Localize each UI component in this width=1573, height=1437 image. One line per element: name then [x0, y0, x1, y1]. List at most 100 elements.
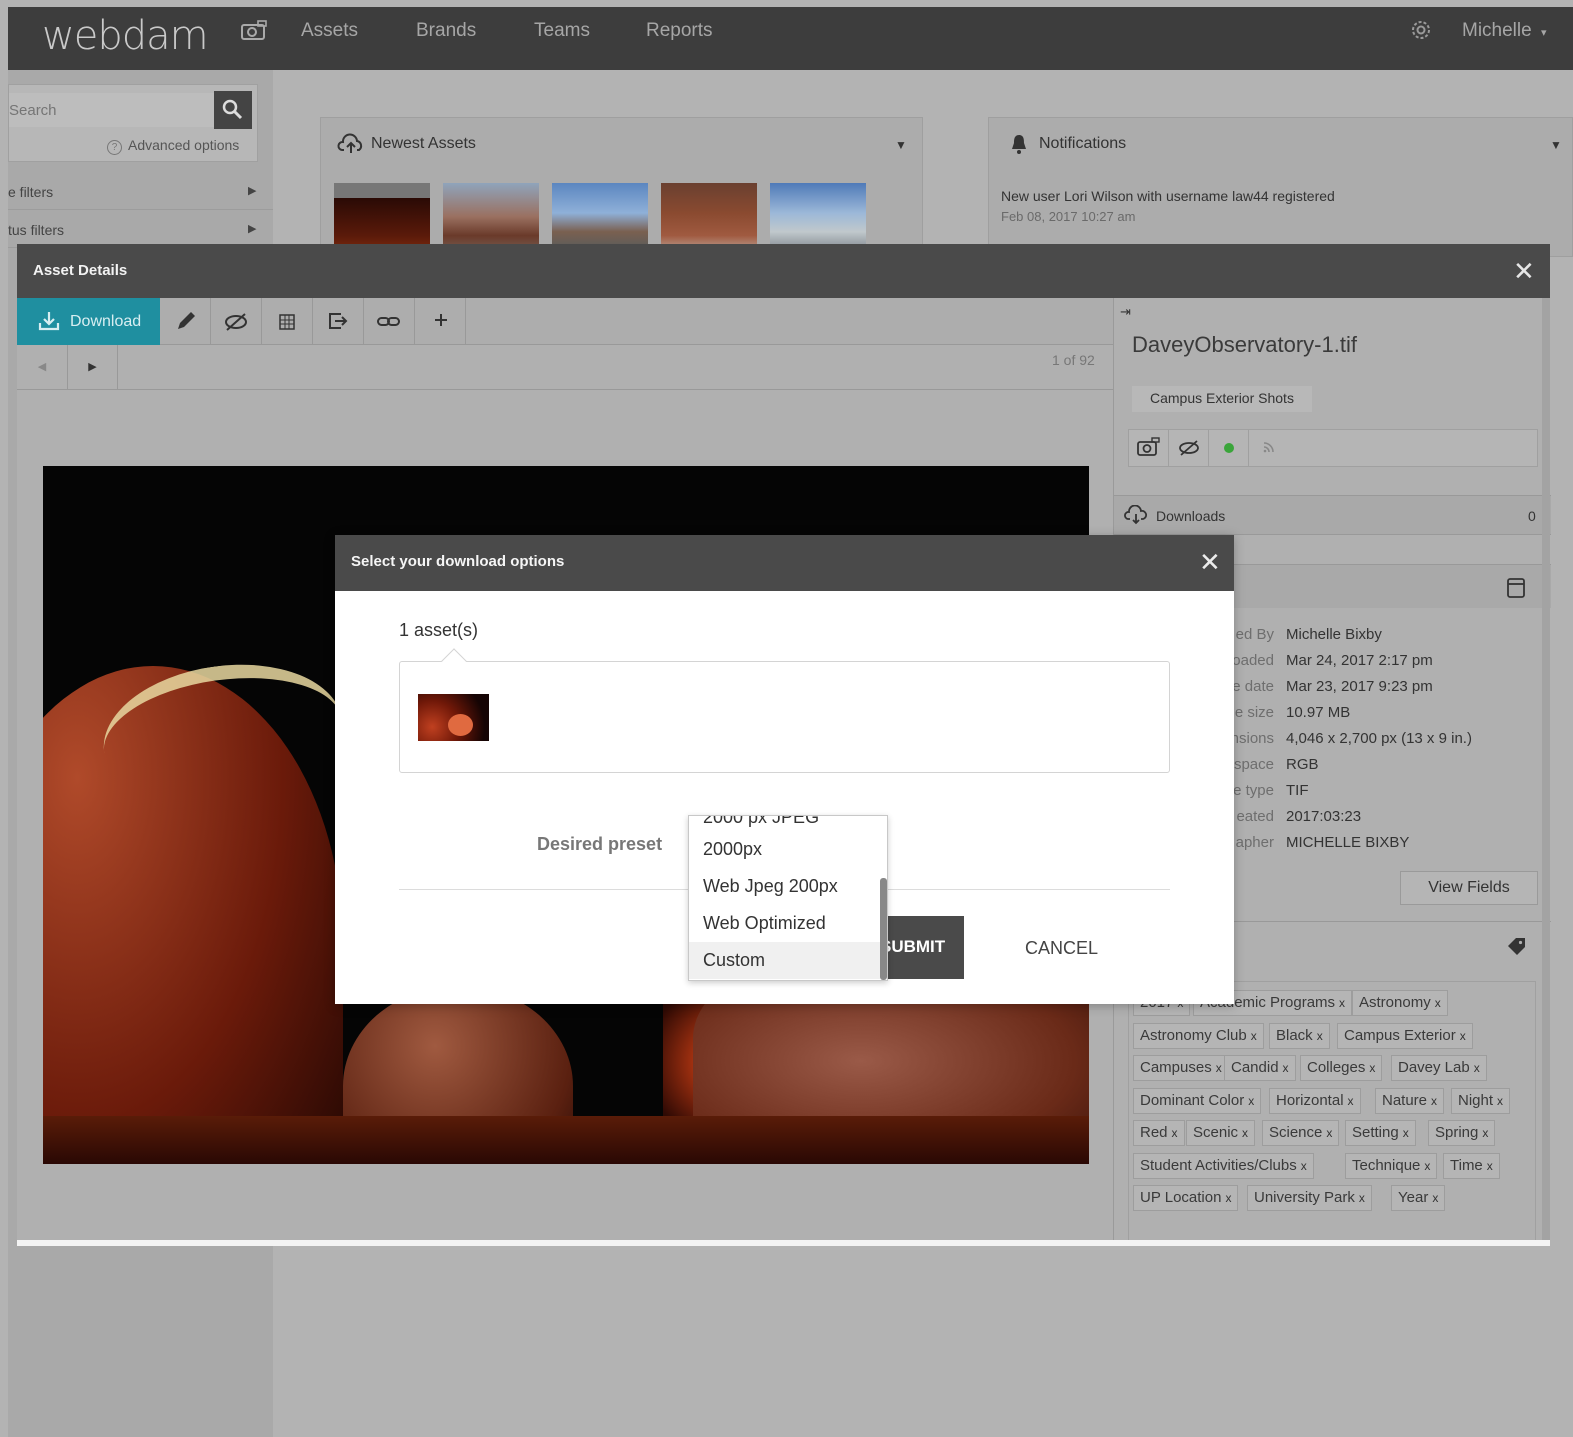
- grid-icon: [279, 314, 295, 330]
- remove-tag-icon[interactable]: x: [1435, 996, 1441, 1010]
- nav-teams[interactable]: Teams: [534, 20, 590, 42]
- remove-tag-icon[interactable]: x: [1339, 996, 1345, 1010]
- tag-chip[interactable]: Spring x: [1428, 1120, 1496, 1146]
- tag-icon[interactable]: [1506, 936, 1528, 958]
- dropdown-scrollbar[interactable]: [880, 878, 887, 980]
- visibility-button[interactable]: [211, 298, 262, 345]
- remove-tag-icon[interactable]: x: [1301, 1159, 1307, 1173]
- remove-tag-icon[interactable]: x: [1348, 1094, 1354, 1108]
- tag-chip[interactable]: Black x: [1269, 1022, 1330, 1049]
- tag-chip[interactable]: Colleges x: [1300, 1055, 1383, 1081]
- tag-chip[interactable]: Davey Lab x: [1391, 1055, 1487, 1081]
- remove-tag-icon[interactable]: x: [1242, 1126, 1248, 1140]
- nav-reports[interactable]: Reports: [646, 20, 713, 42]
- share-button[interactable]: [313, 298, 364, 345]
- remove-tag-icon[interactable]: x: [1431, 1094, 1437, 1108]
- tag-chip[interactable]: Technique x: [1345, 1152, 1438, 1179]
- asset-status-bar: [1128, 429, 1538, 467]
- search-button[interactable]: [214, 91, 252, 129]
- tag-chip[interactable]: Horizontal x: [1269, 1087, 1361, 1114]
- tag-chip[interactable]: Setting x: [1345, 1120, 1416, 1146]
- camera-icon[interactable]: [240, 19, 268, 41]
- previous-asset-button[interactable]: ◀: [17, 345, 68, 390]
- remove-tag-icon[interactable]: x: [1474, 1061, 1480, 1075]
- nav-assets[interactable]: Assets: [301, 20, 358, 42]
- tag-label: Candid: [1231, 1059, 1279, 1076]
- rss-icon[interactable]: [1249, 430, 1289, 466]
- tag-chip[interactable]: Science x: [1262, 1120, 1340, 1146]
- remove-tag-icon[interactable]: x: [1326, 1126, 1332, 1140]
- tag-chip[interactable]: Astronomy Club x: [1133, 1022, 1264, 1049]
- submit-button[interactable]: SUBMIT: [880, 916, 964, 979]
- remove-tag-icon[interactable]: x: [1248, 1094, 1254, 1108]
- caret-down-icon[interactable]: ▼: [895, 138, 907, 152]
- remove-tag-icon[interactable]: x: [1359, 1191, 1365, 1205]
- tag-chip[interactable]: Candid x: [1224, 1055, 1296, 1081]
- tag-chip[interactable]: Time x: [1443, 1152, 1500, 1179]
- grid-button[interactable]: [262, 298, 313, 345]
- collection-badge[interactable]: Campus Exterior Shots: [1132, 386, 1312, 412]
- tag-chip[interactable]: Dominant Color x: [1133, 1087, 1262, 1114]
- search-input[interactable]: [9, 93, 214, 127]
- panel-scrollbar[interactable]: [1542, 298, 1550, 1246]
- close-icon[interactable]: ✕: [1199, 547, 1221, 578]
- preset-option[interactable]: Web Jpeg 200px: [689, 868, 881, 905]
- cancel-button[interactable]: CANCEL: [1025, 938, 1098, 959]
- tag-chip[interactable]: Night x: [1451, 1087, 1511, 1114]
- remove-tag-icon[interactable]: x: [1369, 1061, 1375, 1075]
- remove-tag-icon[interactable]: x: [1283, 1061, 1289, 1075]
- remove-tag-icon[interactable]: x: [1424, 1159, 1430, 1173]
- preset-option[interactable]: Web Optimized: [689, 905, 881, 942]
- bell-icon: [1012, 135, 1026, 154]
- tag-chip[interactable]: UP Location x: [1133, 1185, 1239, 1211]
- filter-row[interactable]: tus filters ▶: [8, 210, 273, 248]
- tag-chip[interactable]: Year x: [1391, 1185, 1446, 1211]
- tag-chip[interactable]: Astronomy x: [1352, 990, 1448, 1016]
- close-icon[interactable]: ✕: [1513, 256, 1535, 287]
- remove-tag-icon[interactable]: x: [1497, 1094, 1503, 1108]
- remove-tag-icon[interactable]: x: [1460, 1029, 1466, 1043]
- view-fields-button[interactable]: View Fields: [1400, 871, 1538, 905]
- downloads-row[interactable]: Downloads 0: [1114, 495, 1551, 535]
- remove-tag-icon[interactable]: x: [1225, 1191, 1231, 1205]
- tag-chip[interactable]: Nature x: [1375, 1087, 1445, 1114]
- tag-label: Astronomy: [1359, 994, 1431, 1011]
- collapse-panel-icon[interactable]: ⇥: [1120, 304, 1131, 320]
- tag-chip[interactable]: Campuses x: [1133, 1055, 1229, 1081]
- tag-chip[interactable]: Scenic x: [1186, 1120, 1256, 1146]
- user-menu[interactable]: Michelle ▾: [1462, 20, 1547, 42]
- tag-label: Setting: [1352, 1124, 1399, 1141]
- filter-row[interactable]: e filters ▶: [8, 172, 273, 210]
- remove-tag-icon[interactable]: x: [1317, 1029, 1323, 1043]
- search-icon: [222, 99, 243, 120]
- webdam-logo[interactable]: webdam: [42, 13, 209, 59]
- eye-slash-icon[interactable]: [1169, 430, 1209, 466]
- next-asset-button[interactable]: ▶: [68, 345, 118, 390]
- camera-icon[interactable]: [1129, 430, 1169, 466]
- gear-icon[interactable]: [1408, 17, 1434, 43]
- remove-tag-icon[interactable]: x: [1172, 1126, 1178, 1140]
- document-icon[interactable]: [1506, 577, 1526, 599]
- remove-tag-icon[interactable]: x: [1403, 1126, 1409, 1140]
- download-button[interactable]: Download: [17, 298, 160, 345]
- preset-dropdown-list[interactable]: 2000 px JPEG 2000px Web Jpeg 200px Web O…: [688, 815, 888, 981]
- add-button[interactable]: [415, 298, 466, 345]
- remove-tag-icon[interactable]: x: [1482, 1126, 1488, 1140]
- preset-option-selected[interactable]: Custom: [689, 942, 881, 979]
- advanced-options-link[interactable]: ? Advanced options: [107, 137, 239, 155]
- remove-tag-icon[interactable]: x: [1487, 1159, 1493, 1173]
- link-button[interactable]: [364, 298, 415, 345]
- asset-toolbar: Download: [17, 298, 1113, 345]
- tag-chip[interactable]: Student Activities/Clubs x: [1133, 1152, 1314, 1179]
- tag-chip[interactable]: University Park x: [1247, 1185, 1372, 1211]
- edit-button[interactable]: [160, 298, 211, 345]
- caret-down-icon[interactable]: ▼: [1550, 138, 1562, 152]
- remove-tag-icon[interactable]: x: [1216, 1061, 1222, 1075]
- nav-brands[interactable]: Brands: [416, 20, 476, 42]
- tag-chip[interactable]: Red x: [1133, 1120, 1185, 1146]
- search-panel: ? Advanced options: [8, 84, 258, 162]
- remove-tag-icon[interactable]: x: [1432, 1191, 1438, 1205]
- preset-option[interactable]: 2000px: [689, 831, 881, 868]
- remove-tag-icon[interactable]: x: [1251, 1029, 1257, 1043]
- tag-chip[interactable]: Campus Exterior x: [1337, 1022, 1473, 1049]
